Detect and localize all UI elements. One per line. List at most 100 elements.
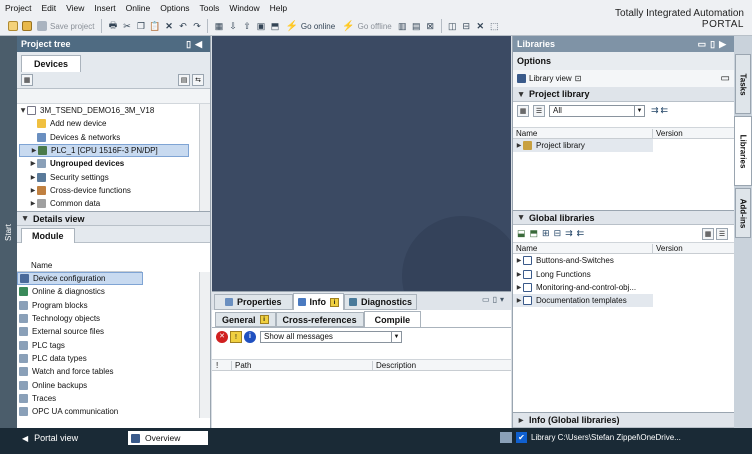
menu-project[interactable]: Project [0, 0, 36, 17]
subtab-compile[interactable]: Compile [363, 311, 422, 327]
project-library-filter[interactable]: All ▼ [549, 104, 645, 117]
cut-icon[interactable]: ✂ [120, 19, 133, 33]
delete-icon[interactable]: ✕ [162, 19, 175, 33]
expand-icon[interactable]: ▶ [517, 417, 525, 424]
details-col-name[interactable]: Name [17, 260, 142, 272]
expand-icon[interactable]: ▶ [29, 200, 37, 207]
tree-scrollbar[interactable] [199, 104, 210, 211]
menu-help[interactable]: Help [265, 0, 292, 17]
close-icon[interactable]: ✕ [474, 19, 487, 33]
col-version[interactable]: Version [653, 244, 683, 253]
global-library-item[interactable]: ▶ Monitoring-and-control-obj... [513, 281, 734, 294]
tab-info[interactable]: Info i [292, 293, 345, 310]
col-path[interactable]: Path [232, 360, 373, 370]
menu-insert[interactable]: Insert [89, 0, 120, 17]
undo-icon[interactable]: ↶ [176, 19, 189, 33]
global-library-item[interactable]: ▶ Long Functions [513, 268, 734, 281]
update-library-icon[interactable]: ⇉ [565, 228, 573, 239]
status-message[interactable]: ✔ Library C:\Users\Stefan Zippel\OneDriv… [500, 432, 681, 443]
info-filter-icon[interactable]: i [244, 330, 256, 343]
panel-controls-icon[interactable]: ▯◀ [186, 39, 206, 50]
details-item[interactable]: PLC data types [17, 352, 210, 365]
view-grid-icon[interactable]: ▦ [702, 227, 714, 240]
expand-icon[interactable]: ▶ [515, 297, 523, 304]
collapse-icon[interactable]: ▶ [518, 214, 525, 222]
info-global-libraries-header[interactable]: ▶ Info (Global libraries) [513, 412, 734, 428]
library-harmonize-icon[interactable]: ⇇ [661, 105, 669, 116]
tree-grid-icon[interactable]: ▦ [21, 74, 33, 86]
new-project-icon[interactable] [6, 19, 19, 33]
details-item[interactable]: Device configuration [17, 272, 143, 286]
details-item[interactable]: PLC tags [17, 338, 210, 351]
tab-diagnostics[interactable]: Diagnostics [344, 294, 418, 310]
menu-edit[interactable]: Edit [36, 0, 61, 17]
details-scrollbar[interactable] [199, 272, 210, 418]
library-view-button[interactable]: Library view [529, 74, 572, 83]
details-view-header[interactable]: ▶ Details view [17, 211, 210, 226]
global-library-item[interactable]: ▶ Buttons-and-Switches [513, 254, 734, 267]
side-tab-tasks[interactable]: Tasks [735, 54, 751, 114]
simulation-icon[interactable]: ▣ [254, 19, 267, 33]
portal-view-button[interactable]: ◀ Portal view [22, 433, 78, 443]
menu-online[interactable]: Online [121, 0, 156, 17]
overview-tab[interactable]: Overview [128, 431, 208, 445]
collapse-icon[interactable]: ▶ [22, 215, 29, 223]
expand-icon[interactable]: ▶ [30, 147, 38, 154]
print-icon[interactable]: 🖶 [106, 19, 119, 33]
close-library-icon[interactable]: ⊟ [554, 228, 562, 239]
warning-filter-icon[interactable]: ! [230, 330, 242, 343]
open-project-icon[interactable] [20, 19, 33, 33]
chevron-down-icon[interactable]: ▼ [391, 331, 401, 342]
redo-icon[interactable]: ↷ [190, 19, 203, 33]
collapse-icon[interactable]: ▶ [518, 90, 525, 98]
maximize-icon[interactable]: ⬚ [488, 19, 501, 33]
library-update-icon[interactable]: ⇉ [651, 105, 659, 116]
save-library-icon[interactable]: ⊞ [542, 228, 550, 239]
library-expand-icon[interactable]: ▭ [721, 73, 730, 84]
col-version[interactable]: Version [653, 129, 683, 138]
error-filter-icon[interactable]: ✕ [216, 330, 228, 343]
download-icon[interactable]: ⇩ [226, 19, 239, 33]
tree-item-common-data[interactable]: ▶ Common data [19, 197, 210, 210]
details-item[interactable]: Online & diagnostics [17, 285, 210, 298]
expand-icon[interactable]: ▶ [515, 257, 523, 264]
col-name[interactable]: Name [513, 243, 653, 253]
view-details-icon[interactable]: ⇆ [192, 74, 204, 86]
tab-module[interactable]: Module [21, 228, 75, 243]
tree-item-ungrouped[interactable]: ▶ Ungrouped devices [19, 157, 210, 170]
split-editor-vertical-icon[interactable]: ◫ [446, 19, 459, 33]
upload-icon[interactable]: ⇧ [240, 19, 253, 33]
start-cpu-icon[interactable]: ▤ [410, 19, 423, 33]
menu-tools[interactable]: Tools [195, 0, 225, 17]
col-name[interactable]: Name [513, 128, 653, 138]
upload-station-icon[interactable]: ⬒ [268, 19, 281, 33]
expand-icon[interactable]: ▶ [29, 160, 37, 167]
details-item[interactable]: Watch and force tables [17, 365, 210, 378]
go-online-button[interactable]: ⚡ Go online [282, 19, 338, 33]
library-grid-icon[interactable]: ▦ [517, 104, 529, 117]
expand-icon[interactable]: ▶ [515, 284, 523, 291]
global-libraries-header[interactable]: ▶ Global libraries [513, 210, 734, 226]
compile-icon[interactable]: ▦ [212, 19, 225, 33]
message-filter-select[interactable]: Show all messages ▼ [260, 330, 402, 343]
menu-window[interactable]: Window [224, 0, 264, 17]
library-view-lock-icon[interactable]: ⊡ [575, 74, 582, 83]
tab-devices[interactable]: Devices [21, 55, 82, 72]
save-project-button[interactable]: Save project [34, 19, 97, 33]
expand-icon[interactable]: ▶ [29, 187, 37, 194]
details-item[interactable]: Technology objects [17, 312, 210, 325]
panel-controls-icon[interactable]: ▭▯▶ [698, 39, 730, 50]
open-library-icon[interactable]: ⬒ [530, 228, 539, 239]
subtab-general[interactable]: General i [215, 312, 276, 327]
col-description[interactable]: Description [373, 361, 416, 370]
start-strip[interactable]: Start [0, 36, 17, 428]
col-mark[interactable]: ! [212, 360, 232, 370]
details-item[interactable]: OPC UA communication [17, 405, 210, 418]
menu-view[interactable]: View [61, 0, 89, 17]
expand-icon[interactable]: ▶ [515, 271, 523, 278]
library-view-icon[interactable] [517, 74, 526, 83]
tab-properties[interactable]: Properties [214, 294, 293, 310]
accessible-devices-icon[interactable]: ▥ [396, 19, 409, 33]
inspector-window-controls-icon[interactable]: ▭▯▾ [482, 295, 507, 304]
library-list-icon[interactable]: ☰ [533, 104, 545, 117]
